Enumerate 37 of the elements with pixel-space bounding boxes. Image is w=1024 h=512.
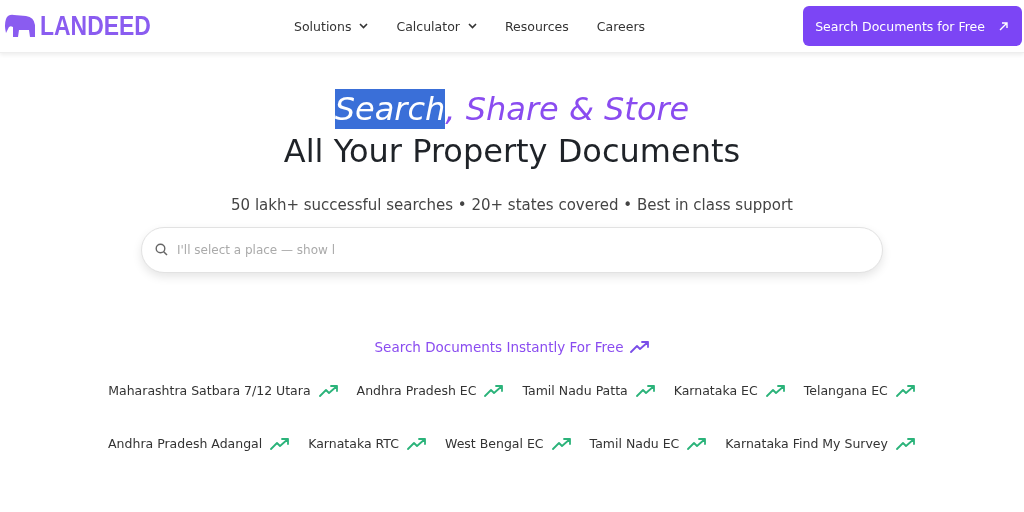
search-documents-button[interactable]: Search Documents for Free — [803, 6, 1022, 46]
document-link[interactable]: Karnataka EC — [673, 383, 786, 398]
trending-up-icon — [635, 384, 656, 397]
document-link[interactable]: Maharashtra Satbara 7/12 Utara — [108, 383, 339, 398]
nav-link[interactable]: Calculator — [396, 18, 477, 34]
search-field[interactable]: I'll select a place — show l — [141, 227, 883, 273]
subtitle: 50 lakh+ successful searches • 20+ states covered • Best in class support — [231, 196, 793, 214]
nav-link[interactable]: Solutions — [294, 18, 369, 34]
document-link[interactable]: Karnataka RTC — [308, 436, 427, 451]
document-link[interactable]: Tamil Nadu EC — [589, 436, 708, 451]
chevron-down-icon — [359, 23, 369, 29]
nav-link[interactable]: Resources — [504, 18, 569, 34]
headline-text: Search — [334, 89, 446, 129]
headline-text: All Your Property Documents — [283, 131, 741, 171]
trending-up-icon — [484, 384, 505, 397]
document-link[interactable]: Andhra Pradesh EC — [356, 383, 505, 398]
trending-up-icon — [687, 437, 708, 450]
trending-up-icon — [765, 384, 786, 397]
document-link[interactable]: Tamil Nadu Patta — [522, 383, 656, 398]
nav-link[interactable]: Careers — [596, 18, 646, 34]
logo-text[interactable]: LANDEED — [40, 10, 151, 42]
trending-up-icon — [318, 384, 339, 397]
elephant-logo-icon — [4, 13, 38, 39]
chevron-down-icon — [467, 23, 477, 29]
trending-up-icon — [407, 437, 427, 450]
section-heading: Search Documents Instantly For Free — [374, 339, 624, 355]
document-link[interactable]: Andhra Pradesh Adangal — [108, 436, 291, 451]
trending-up-icon — [895, 437, 916, 450]
document-link[interactable]: Karnataka Find My Survey — [725, 436, 916, 451]
arrow-up-right-icon — [999, 21, 1008, 31]
document-link[interactable]: Telangana EC — [803, 383, 916, 398]
headline-text: , Share & Store — [445, 89, 690, 129]
trending-up-icon — [895, 384, 916, 397]
trending-up-icon — [551, 437, 572, 450]
document-link[interactable]: West Bengal EC — [445, 436, 572, 451]
trending-up-icon — [629, 341, 650, 353]
trending-up-icon — [270, 437, 291, 450]
